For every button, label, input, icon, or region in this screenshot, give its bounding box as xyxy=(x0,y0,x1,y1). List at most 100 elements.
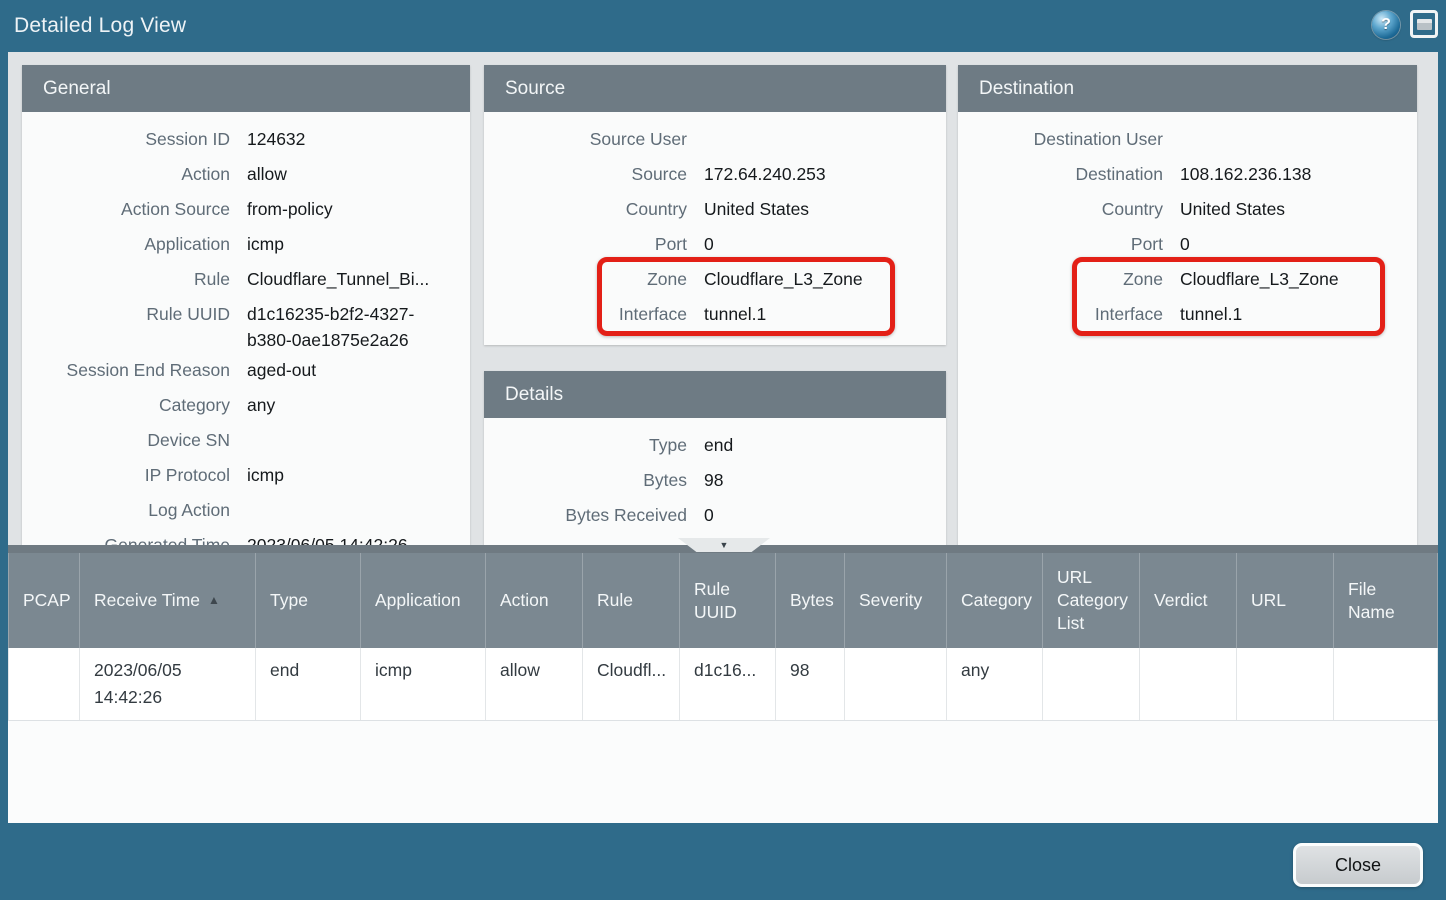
field-value xyxy=(230,493,470,497)
field-row-session-end-reason: Session End Reasonaged-out xyxy=(22,353,470,388)
question-mark-glyph: ? xyxy=(1372,11,1400,39)
table-cell-receive-time: 2023/06/05 14:42:26 xyxy=(80,648,256,720)
table-cell-url-category-list xyxy=(1043,648,1140,720)
column-header-label: Type xyxy=(270,589,308,612)
column-header-bytes[interactable]: Bytes xyxy=(776,553,845,648)
column-header-label: Application xyxy=(375,589,461,612)
field-row-generated-time: Generated Time2023/06/05 14:42:26 xyxy=(22,528,470,545)
field-row-country: CountryUnited States xyxy=(958,192,1417,227)
column-header-category[interactable]: Category xyxy=(947,553,1043,648)
field-value: 0 xyxy=(687,498,946,528)
panel-destination-header: Destination xyxy=(958,65,1417,112)
field-value xyxy=(687,122,946,126)
detailed-log-view-dialog: Detailed Log View ? General Session ID12… xyxy=(0,0,1446,900)
field-label: Session End Reason xyxy=(22,353,230,383)
splitter-handle[interactable]: ▼ xyxy=(678,538,770,552)
maximize-icon[interactable] xyxy=(1410,10,1438,38)
column-header-url-category-list[interactable]: URL Category List xyxy=(1043,553,1140,648)
panel-source-header: Source xyxy=(484,65,946,112)
log-table-header: PCAP Receive Time ▲ Type Application Action Ru… xyxy=(8,553,1438,648)
field-row-source-user: Source User xyxy=(484,122,946,157)
details-fields: TypeendBytes98Bytes Received0 xyxy=(484,418,946,533)
field-value: 98 xyxy=(687,463,946,493)
help-icon[interactable]: ? xyxy=(1372,11,1400,39)
field-row-interface: Interfacetunnel.1 xyxy=(958,297,1417,332)
panel-title: General xyxy=(22,65,470,112)
field-label: Destination xyxy=(958,157,1163,187)
field-value xyxy=(230,423,470,427)
field-row-port: Port0 xyxy=(484,227,946,262)
panel-title: Destination xyxy=(958,65,1417,112)
sort-asc-icon: ▲ xyxy=(208,593,220,609)
column-header-pcap[interactable]: PCAP xyxy=(8,553,80,648)
field-value: 2023/06/05 14:42:26 xyxy=(230,528,470,545)
field-label: Action Source xyxy=(22,192,230,222)
field-label: Rule xyxy=(22,262,230,292)
field-label: Interface xyxy=(958,297,1163,327)
field-row-source: Source172.64.240.253 xyxy=(484,157,946,192)
column-header-action[interactable]: Action xyxy=(486,553,583,648)
field-value: any xyxy=(230,388,470,418)
field-label: Type xyxy=(484,428,687,458)
table-cell-rule: Cloudfl... xyxy=(583,648,680,720)
close-button[interactable]: Close xyxy=(1293,843,1423,887)
field-value: end xyxy=(687,428,946,458)
field-label: Port xyxy=(484,227,687,257)
field-label: Bytes xyxy=(484,463,687,493)
field-label: Category xyxy=(22,388,230,418)
field-label: Rule UUID xyxy=(22,297,230,327)
log-table-body: 2023/06/05 14:42:26endicmpallowCloudfl..… xyxy=(8,648,1438,721)
field-row-action: Actionallow xyxy=(22,157,470,192)
column-header-rule[interactable]: Rule xyxy=(583,553,680,648)
field-label: IP Protocol xyxy=(22,458,230,488)
field-label: Country xyxy=(958,192,1163,222)
field-value: Cloudflare_Tunnel_Bi... xyxy=(230,262,470,292)
column-header-label: URL xyxy=(1251,589,1286,612)
panel-general: General Session ID124632ActionallowActio… xyxy=(22,65,470,545)
table-cell-severity xyxy=(845,648,947,720)
column-header-label: Receive Time xyxy=(94,589,200,612)
field-row-bytes: Bytes98 xyxy=(484,463,946,498)
table-cell-pcap xyxy=(8,648,80,720)
field-value: from-policy xyxy=(230,192,470,222)
field-value: icmp xyxy=(230,458,470,488)
field-row-rule: RuleCloudflare_Tunnel_Bi... xyxy=(22,262,470,297)
field-row-zone: ZoneCloudflare_L3_Zone xyxy=(958,262,1417,297)
field-value: 0 xyxy=(1163,227,1417,257)
field-row-ip-protocol: IP Protocolicmp xyxy=(22,458,470,493)
column-header-label: Verdict xyxy=(1154,589,1208,612)
column-header-severity[interactable]: Severity xyxy=(845,553,947,648)
field-label: Source xyxy=(484,157,687,187)
destination-fields: Destination User Destination108.162.236.1… xyxy=(958,112,1417,332)
column-header-rule-uuid[interactable]: Rule UUID xyxy=(680,553,776,648)
field-label: Device SN xyxy=(22,423,230,453)
column-header-type[interactable]: Type xyxy=(256,553,361,648)
field-value: aged-out xyxy=(230,353,470,383)
field-label: Country xyxy=(484,192,687,222)
splitter-divider: ▼ xyxy=(8,545,1438,553)
field-value xyxy=(1163,122,1417,126)
column-header-application[interactable]: Application xyxy=(361,553,486,648)
column-header-url[interactable]: URL xyxy=(1237,553,1334,648)
field-row-destination-user: Destination User xyxy=(958,122,1417,157)
field-label: Destination User xyxy=(958,122,1163,152)
field-value: United States xyxy=(1163,192,1417,222)
field-label: Zone xyxy=(958,262,1163,292)
panel-general-header: General xyxy=(22,65,470,112)
column-header-receive-time[interactable]: Receive Time ▲ xyxy=(80,553,256,648)
window-glyph xyxy=(1417,19,1432,30)
table-cell-verdict xyxy=(1140,648,1237,720)
field-row-session-id: Session ID124632 xyxy=(22,122,470,157)
column-header-label: Severity xyxy=(859,589,922,612)
table-cell-rule-uuid: d1c16... xyxy=(680,648,776,720)
field-value: tunnel.1 xyxy=(1163,297,1417,327)
column-header-file-name[interactable]: File Name xyxy=(1334,553,1438,648)
column-header-verdict[interactable]: Verdict xyxy=(1140,553,1237,648)
column-header-label: Rule xyxy=(597,589,633,612)
table-row[interactable]: 2023/06/05 14:42:26endicmpallowCloudfl..… xyxy=(8,648,1438,721)
table-cell-category: any xyxy=(947,648,1043,720)
field-label: Generated Time xyxy=(22,528,230,545)
field-label: Zone xyxy=(484,262,687,292)
column-header-label: Bytes xyxy=(790,589,834,612)
field-row-destination: Destination108.162.236.138 xyxy=(958,157,1417,192)
